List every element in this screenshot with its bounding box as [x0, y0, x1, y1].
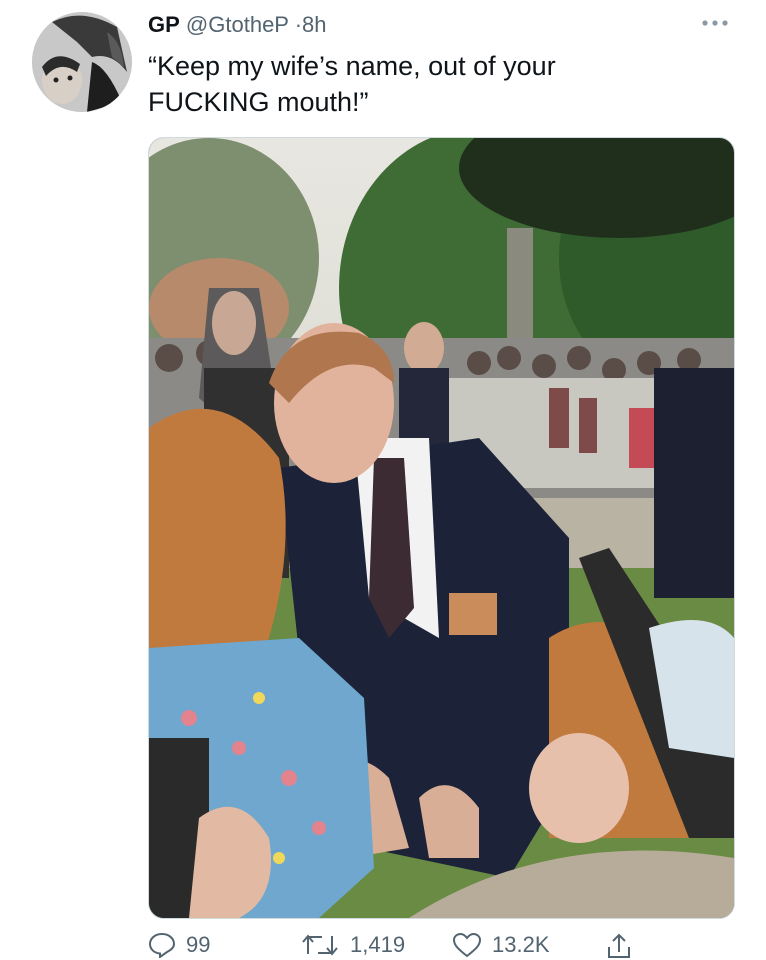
photo-image	[149, 138, 734, 918]
more-options-button[interactable]	[698, 10, 732, 36]
user-handle[interactable]: @GtotheP	[186, 12, 289, 37]
reply-count: 99	[186, 932, 211, 957]
avatar-image	[32, 12, 132, 112]
separator-dot: ·	[294, 12, 303, 37]
share-icon	[608, 933, 630, 958]
heart-icon	[452, 932, 482, 958]
retweet-button[interactable]: 1,419	[300, 930, 405, 960]
tweet-text: “Keep my wife’s name, out of your FUCKIN…	[148, 51, 556, 117]
more-horizontal-icon	[702, 20, 728, 26]
retweet-icon	[302, 934, 338, 956]
reply-button[interactable]: 99	[148, 930, 210, 960]
tweet-header: GP @GtotheP ·8h	[148, 10, 327, 40]
comment-icon	[148, 932, 176, 958]
like-count: 13.2K	[492, 932, 550, 957]
retweet-count: 1,419	[350, 932, 406, 957]
tweet-photo[interactable]	[148, 137, 735, 919]
display-name[interactable]: GP	[148, 12, 180, 37]
share-button[interactable]	[604, 930, 634, 960]
like-button[interactable]: 13.2K	[452, 930, 550, 960]
avatar[interactable]	[32, 12, 132, 112]
tweet-actions: 99 1,419 13.2K	[148, 930, 733, 960]
timestamp[interactable]: 8h	[302, 12, 326, 37]
